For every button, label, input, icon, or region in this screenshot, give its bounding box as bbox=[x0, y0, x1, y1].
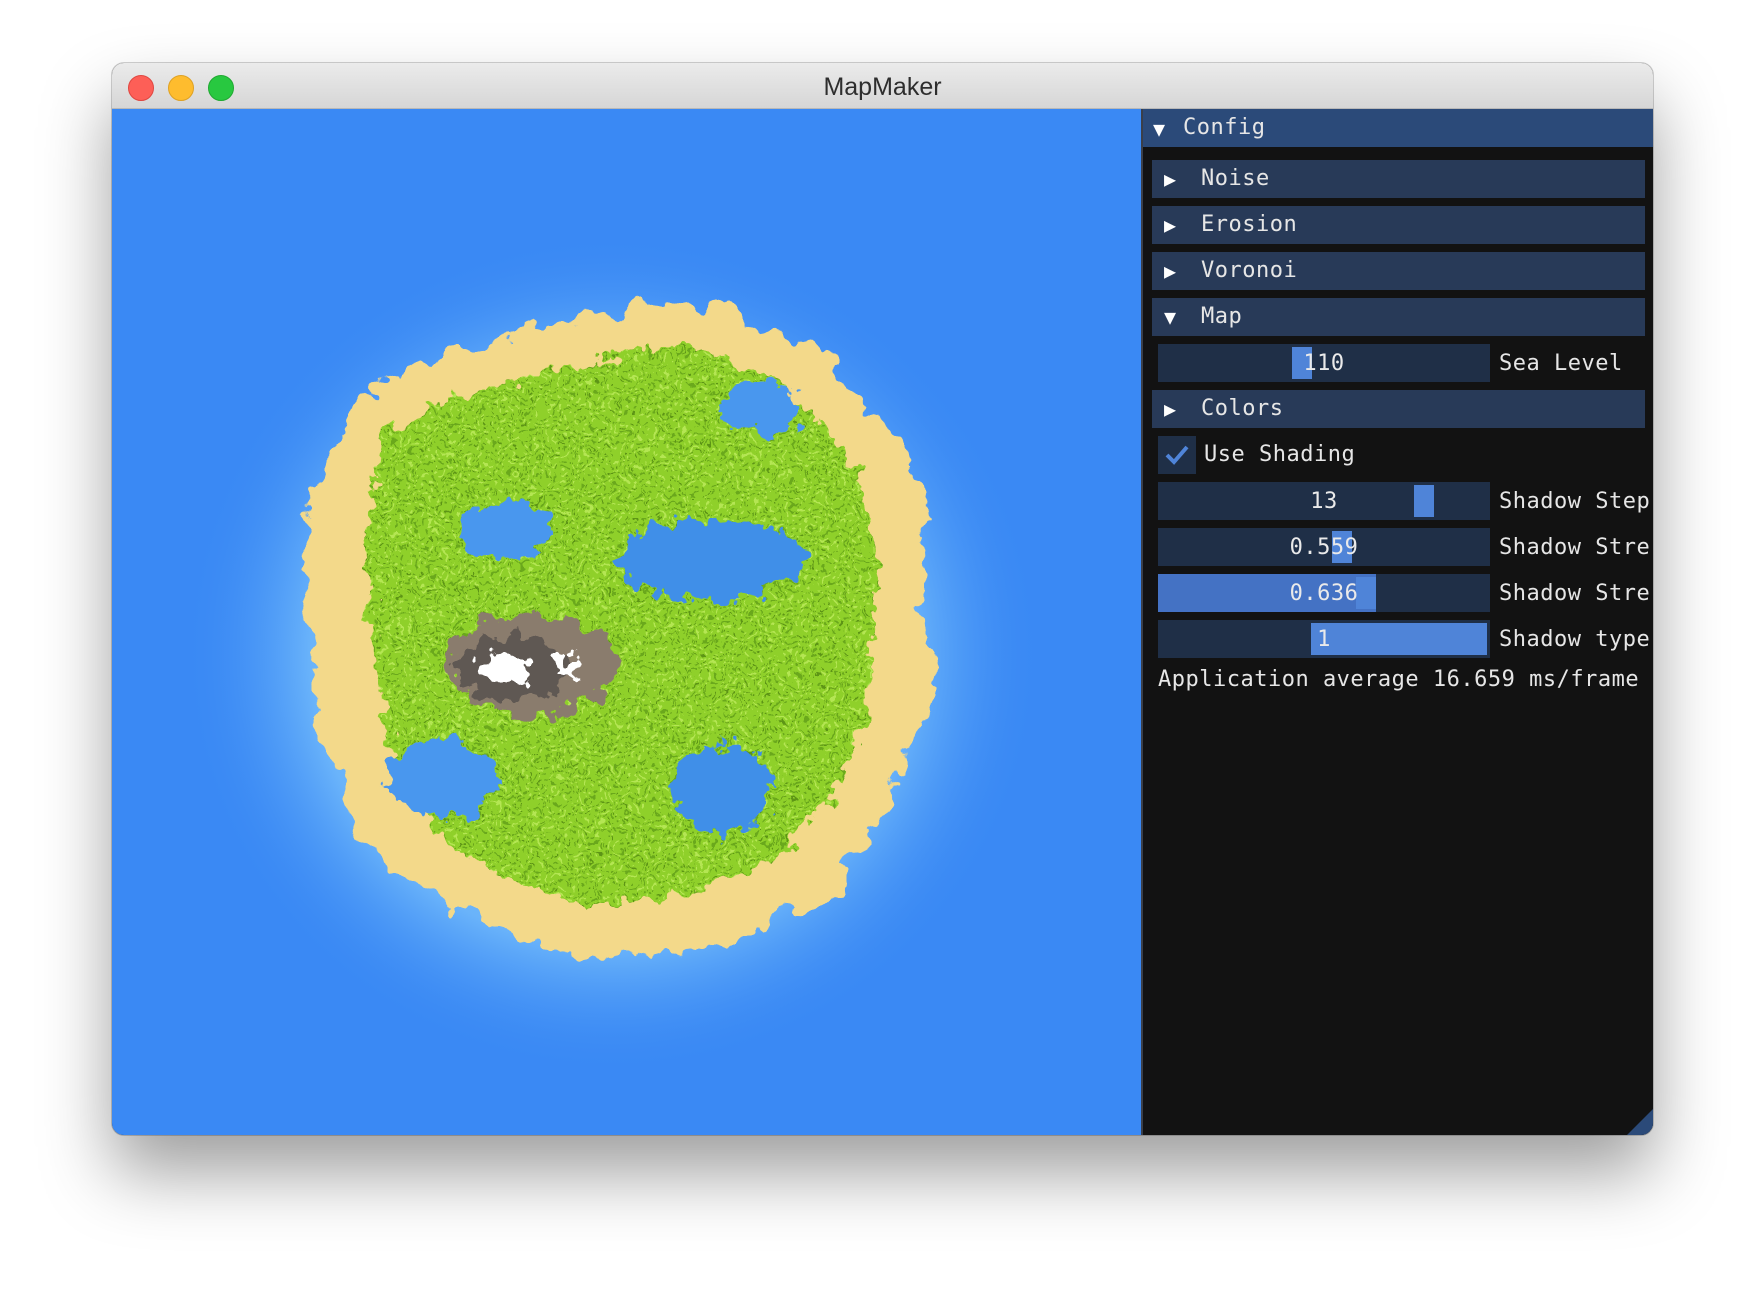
triangle-right-icon: ▶ bbox=[1164, 213, 1177, 237]
triangle-right-icon: ▶ bbox=[1164, 397, 1177, 421]
shadow-strength-value-1: 0.559 bbox=[1289, 535, 1359, 560]
shadow-strength-label-1: Shadow Stre bbox=[1499, 535, 1651, 560]
use-shading-checkbox[interactable] bbox=[1158, 436, 1196, 474]
grass-layer bbox=[368, 347, 876, 903]
shadow-steps-value: 13 bbox=[1310, 489, 1338, 514]
triangle-right-icon: ▶ bbox=[1164, 167, 1177, 191]
window-title: MapMaker bbox=[823, 73, 942, 101]
config-header[interactable]: ▼ Config bbox=[1143, 109, 1653, 147]
title-bar[interactable]: MapMaker bbox=[112, 63, 1653, 109]
frame-time-status: Application average 16.659 ms/frame bbox=[1158, 667, 1640, 692]
shadow-steps-slider[interactable]: 13 bbox=[1158, 482, 1490, 520]
config-panel: ▼ Config ▶ Noise ▶ Erosion ▶ Voronoi ▼ M… bbox=[1141, 109, 1653, 1135]
config-title: Config bbox=[1183, 115, 1266, 140]
map-viewport[interactable] bbox=[112, 109, 1141, 1135]
shadow-type-value: 1 bbox=[1317, 627, 1331, 652]
triangle-down-icon: ▼ bbox=[1164, 305, 1177, 329]
checkmark-icon bbox=[1165, 445, 1189, 465]
resize-grip-icon[interactable] bbox=[1627, 1107, 1653, 1135]
section-colors-label: Colors bbox=[1201, 396, 1284, 421]
section-noise-label: Noise bbox=[1201, 166, 1270, 191]
shadow-strength-label-2: Shadow Stre bbox=[1499, 581, 1651, 606]
section-map[interactable]: ▼ Map bbox=[1152, 298, 1645, 336]
app-window: MapMaker ▼ Config ▶ Noise ▶ Erosion ▶ Vo… bbox=[112, 63, 1653, 1135]
section-noise[interactable]: ▶ Noise bbox=[1152, 160, 1645, 198]
use-shading-label: Use Shading bbox=[1204, 442, 1356, 467]
shadow-strength-slider-1[interactable]: 0.559 bbox=[1158, 528, 1490, 566]
mountains bbox=[447, 614, 617, 714]
triangle-right-icon: ▶ bbox=[1164, 259, 1177, 283]
section-voronoi[interactable]: ▶ Voronoi bbox=[1152, 252, 1645, 290]
island-map bbox=[182, 234, 1042, 1074]
section-colors[interactable]: ▶ Colors bbox=[1152, 390, 1645, 428]
section-erosion[interactable]: ▶ Erosion bbox=[1152, 206, 1645, 244]
section-voronoi-label: Voronoi bbox=[1201, 258, 1298, 283]
triangle-down-icon: ▼ bbox=[1153, 117, 1166, 141]
shadow-strength-slider-2[interactable]: 0.636 bbox=[1158, 574, 1490, 612]
sea-level-value: 110 bbox=[1303, 351, 1345, 376]
shadow-type-slider[interactable]: 1 bbox=[1158, 620, 1490, 658]
shadow-strength-value-2: 0.636 bbox=[1289, 581, 1359, 606]
section-erosion-label: Erosion bbox=[1201, 212, 1298, 237]
sea-level-slider[interactable]: 110 bbox=[1158, 344, 1490, 382]
shadow-type-label: Shadow type bbox=[1499, 627, 1651, 652]
sea-level-label: Sea Level bbox=[1499, 351, 1623, 376]
section-map-label: Map bbox=[1201, 304, 1243, 329]
shadow-steps-label: Shadow Step bbox=[1499, 489, 1651, 514]
